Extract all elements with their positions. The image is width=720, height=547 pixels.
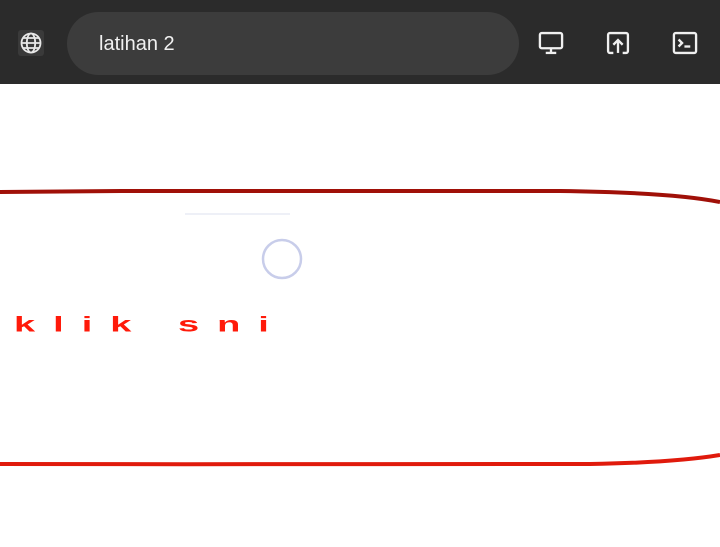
open-in-browser-button[interactable] xyxy=(603,28,633,58)
monitor-icon xyxy=(538,31,564,55)
address-bar[interactable]: latihan 2 xyxy=(67,12,519,75)
globe-icon[interactable] xyxy=(18,30,44,56)
open-external-icon xyxy=(606,31,630,55)
desktop-site-button[interactable] xyxy=(536,28,566,58)
terminal-icon xyxy=(672,31,698,55)
klik-button-label[interactable]: klik sni xyxy=(14,314,287,336)
console-button[interactable] xyxy=(670,28,700,58)
web-content: klik sni xyxy=(0,84,720,547)
loading-spinner xyxy=(261,238,303,280)
page-title: latihan 2 xyxy=(99,33,175,55)
browser-toolbar: latihan 2 xyxy=(0,0,720,84)
